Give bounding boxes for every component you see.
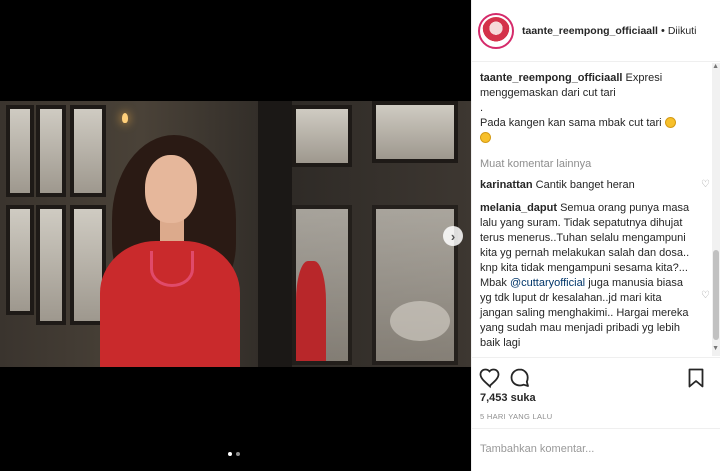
comment-item: karinattan Cantik banget heran ♡ bbox=[480, 178, 715, 193]
comment-username[interactable]: karinattan bbox=[480, 179, 533, 191]
header-username[interactable]: taante_reempong_officiaall bbox=[522, 25, 658, 37]
post-actions bbox=[472, 357, 720, 397]
grinning-emoji-icon bbox=[480, 132, 491, 143]
necklace bbox=[150, 251, 194, 287]
carousel-dots bbox=[228, 452, 240, 456]
header-text: taante_reempong_officiaall • Diikuti bbox=[522, 25, 696, 37]
scrollbar-thumb[interactable] bbox=[713, 250, 719, 340]
load-more-comments[interactable]: Muat komentar lainnya bbox=[480, 158, 715, 170]
window-pane bbox=[36, 105, 66, 197]
window-pane bbox=[292, 105, 352, 167]
lamp-light bbox=[122, 113, 128, 123]
comment-text: Cantik banget heran bbox=[535, 179, 635, 191]
follow-status[interactable]: Diikuti bbox=[668, 25, 697, 37]
likes-count[interactable]: 7,453 suka bbox=[480, 392, 536, 404]
comment-mention[interactable]: @cuttaryofficial bbox=[510, 277, 585, 289]
add-comment-input[interactable] bbox=[480, 443, 713, 455]
post-timestamp: 5 HARI YANG LALU bbox=[480, 412, 553, 421]
window-pane bbox=[372, 101, 458, 163]
header-separator: • bbox=[660, 24, 665, 37]
comment-username[interactable]: melania_daput bbox=[480, 202, 557, 214]
wall-column bbox=[258, 101, 292, 367]
comments-list[interactable]: taante_reempong_officiaall Expresi mengg… bbox=[472, 63, 720, 356]
avatar[interactable] bbox=[478, 12, 514, 49]
scroll-up-icon[interactable]: ▲ bbox=[712, 63, 719, 70]
comment-text: Semua orang punya masa lalu yang suram. … bbox=[480, 202, 690, 289]
heart-icon[interactable]: ♡ bbox=[701, 180, 711, 190]
post-header: taante_reempong_officiaall • Diikuti bbox=[472, 0, 720, 62]
window-pane bbox=[6, 105, 34, 197]
caption-text-1: Expresi bbox=[625, 72, 663, 84]
heart-icon[interactable] bbox=[478, 366, 502, 390]
caption-text-3: . bbox=[480, 102, 484, 114]
carousel-dot-active bbox=[228, 452, 232, 456]
grinning-emoji-icon bbox=[664, 117, 676, 128]
avatar-image bbox=[482, 16, 510, 45]
mirror-reflection bbox=[296, 261, 326, 361]
woman-face bbox=[145, 155, 197, 223]
post-caption: taante_reempong_officiaall Expresi mengg… bbox=[480, 71, 715, 146]
caption-text-2: menggemaskan dari cut tari bbox=[480, 87, 616, 99]
heart-icon[interactable]: ♡ bbox=[701, 291, 711, 301]
caption-text-4: Pada kangen kan sama mbak cut tari bbox=[480, 117, 662, 129]
window-pane bbox=[70, 105, 106, 197]
window-pane bbox=[36, 205, 66, 325]
comment-icon[interactable] bbox=[508, 366, 532, 390]
add-comment-area bbox=[472, 428, 720, 471]
chevron-right-icon[interactable]: › bbox=[443, 226, 463, 246]
carousel-dot bbox=[236, 452, 240, 456]
post-panel: taante_reempong_officiaall • Diikuti taant… bbox=[471, 0, 720, 471]
window-pane bbox=[6, 205, 34, 315]
chair-reflection bbox=[390, 301, 450, 341]
comment-item: melania_daput Semua orang punya masa lal… bbox=[480, 201, 715, 351]
scroll-down-icon[interactable]: ▼ bbox=[712, 345, 719, 352]
caption-username[interactable]: taante_reempong_officiaall bbox=[480, 72, 622, 84]
post-video[interactable] bbox=[0, 101, 471, 367]
post-media: › bbox=[0, 0, 471, 471]
bookmark-icon[interactable] bbox=[684, 366, 708, 390]
